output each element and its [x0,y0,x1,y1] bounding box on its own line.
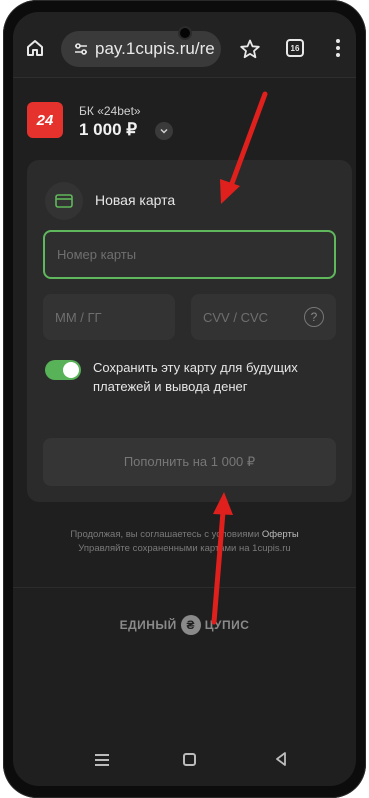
annotation-arrow-bottom [211,492,233,625]
